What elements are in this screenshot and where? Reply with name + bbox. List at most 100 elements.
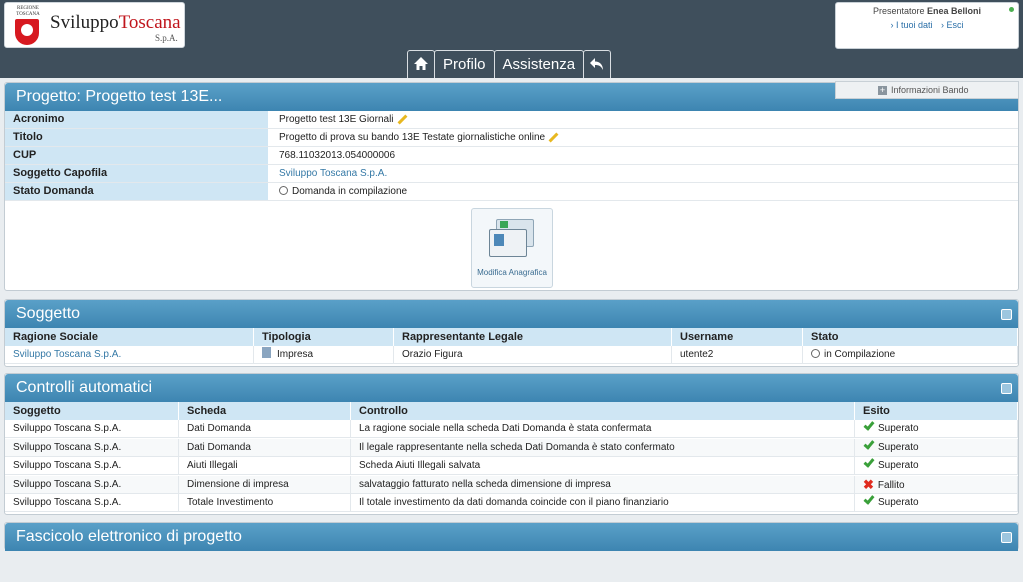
- table-cell: Impresa: [254, 346, 394, 364]
- informazioni-bando-button[interactable]: + Informazioni Bando: [835, 81, 1019, 99]
- project-row-titolo: Titolo Progetto di prova su bando 13E Te…: [5, 129, 1018, 147]
- home-icon: [414, 57, 428, 70]
- table-cell: Dimensione di impresa: [179, 475, 351, 494]
- my-data-link[interactable]: › I tuoi dati: [890, 20, 932, 30]
- row-value: Progetto di prova su bando 13E Testate g…: [279, 129, 559, 146]
- column-header[interactable]: Controllo: [351, 402, 855, 420]
- row-label: Stato Domanda: [5, 183, 268, 200]
- fascicolo-panel: Fascicolo elettronico di progetto: [4, 522, 1019, 551]
- table-cell: Sviluppo Toscana S.p.A.: [5, 420, 179, 438]
- collapse-icon[interactable]: [1001, 383, 1012, 394]
- table-row: Sviluppo Toscana S.p.A. Aiuti Illegali Sch…: [5, 457, 1018, 476]
- main-nav: Profilo Assistenza: [407, 50, 612, 78]
- logo-suffix: S.p.A.: [155, 33, 178, 43]
- exit-link[interactable]: › Esci: [941, 20, 964, 30]
- collapse-icon[interactable]: [1001, 309, 1012, 320]
- check-icon: [863, 438, 875, 450]
- table-cell: Dati Domanda: [179, 438, 351, 457]
- table-row: Sviluppo Toscana S.p.A. Dati Domanda La ra…: [5, 420, 1018, 438]
- modifica-anagrafica-label: Modifica Anagrafica: [477, 268, 547, 277]
- id-card-photo-icon: [494, 234, 504, 246]
- esito-cell: Superato: [855, 457, 1018, 476]
- soggetto-panel-title: Soggetto: [5, 300, 1018, 328]
- top-bar: REGIONE TOSCANA SviluppoToscana S.p.A. P…: [0, 0, 1023, 78]
- row-label: CUP: [5, 147, 268, 164]
- informazioni-bando-label: Informazioni Bando: [891, 85, 969, 95]
- table-cell: Il totale investimento da dati domanda c…: [351, 494, 855, 513]
- esito-cell: Superato: [855, 438, 1018, 457]
- row-value: Domanda in compilazione: [279, 183, 407, 200]
- modifica-anagrafica-button[interactable]: Modifica Anagrafica: [471, 208, 553, 288]
- project-row-acronimo: Acronimo Progetto test 13E Giornali: [5, 111, 1018, 129]
- esito-cell: Superato: [855, 494, 1018, 513]
- table-cell: Scheda Aiuti Illegali salvata: [351, 457, 855, 476]
- table-cell: in Compilazione: [803, 346, 1018, 364]
- check-icon: [863, 494, 875, 506]
- check-icon: [863, 420, 875, 431]
- edit-pencil-icon[interactable]: [548, 132, 559, 143]
- id-card-icon-accent: [500, 221, 508, 228]
- logo-region-text: REGIONE TOSCANA: [16, 6, 40, 17]
- edit-pencil-icon[interactable]: [397, 114, 407, 125]
- clock-icon: [279, 186, 288, 195]
- building-icon: [262, 347, 271, 358]
- column-header[interactable]: Username: [672, 328, 803, 346]
- table-cell: Aiuti Illegali: [179, 457, 351, 476]
- table-row: Sviluppo Toscana S.p.A. Impresa Orazio F…: [5, 346, 1018, 364]
- soggetto-table-header: Ragione Sociale Tipologia Rappresentante…: [5, 328, 1018, 346]
- table-row: Sviluppo Toscana S.p.A. Dati Domanda Il le…: [5, 438, 1018, 457]
- column-header[interactable]: Rappresentante Legale: [394, 328, 672, 346]
- user-identity: Presentatore Enea Belloni: [872, 6, 982, 16]
- table-cell: utente2: [672, 346, 803, 364]
- controlli-table-header: Soggetto Scheda Controllo Esito: [5, 402, 1018, 420]
- esito-cell: ✖ Fallito: [855, 475, 1018, 494]
- row-label: Soggetto Capofila: [5, 165, 268, 182]
- column-header[interactable]: Soggetto: [5, 402, 179, 420]
- cross-icon: ✖: [863, 476, 874, 492]
- project-panel: Progetto: Progetto test 13E... Acronimo …: [4, 82, 1019, 291]
- controlli-panel: Controlli automatici Soggetto Scheda Con…: [4, 373, 1019, 515]
- table-row: Sviluppo Toscana S.p.A. Dimensione di imp…: [5, 475, 1018, 494]
- home-button[interactable]: [407, 50, 435, 78]
- table-cell: Sviluppo Toscana S.p.A.: [5, 438, 179, 457]
- row-label: Titolo: [5, 129, 268, 146]
- ragione-sociale-link[interactable]: Sviluppo Toscana S.p.A.: [5, 346, 254, 364]
- fascicolo-panel-title: Fascicolo elettronico di progetto: [5, 523, 1018, 551]
- clock-icon: [811, 349, 820, 358]
- table-cell: La ragione sociale nella scheda Dati Dom…: [351, 420, 855, 438]
- row-label: Acronimo: [5, 111, 268, 128]
- back-button[interactable]: [583, 50, 612, 78]
- table-cell: Sviluppo Toscana S.p.A.: [5, 475, 179, 494]
- regione-toscana-logo[interactable]: REGIONE TOSCANA SviluppoToscana S.p.A.: [4, 2, 185, 48]
- table-cell: Il legale rappresentante nella scheda Da…: [351, 438, 855, 457]
- plus-icon: +: [878, 85, 887, 95]
- table-cell: salvataggio fatturato nella scheda dimen…: [351, 475, 855, 494]
- row-value: Progetto test 13E Giornali: [279, 111, 408, 128]
- table-row: Sviluppo Toscana S.p.A. Totale Investimen…: [5, 494, 1018, 513]
- capofila-link[interactable]: Sviluppo Toscana S.p.A.: [279, 165, 387, 182]
- column-header[interactable]: Stato: [803, 328, 1018, 346]
- logo-name: SviluppoToscana: [50, 12, 181, 33]
- controlli-panel-title: Controlli automatici: [5, 374, 1018, 402]
- column-header[interactable]: Scheda: [179, 402, 351, 420]
- soggetto-panel: Soggetto Ragione Sociale Tipologia Rappr…: [4, 299, 1019, 367]
- collapse-icon[interactable]: [1001, 532, 1012, 543]
- table-cell: Totale Investimento: [179, 494, 351, 513]
- tab-profilo[interactable]: Profilo: [434, 50, 495, 78]
- project-row-cup: CUP 768.11032013.054000006: [5, 147, 1018, 165]
- table-cell: Sviluppo Toscana S.p.A.: [5, 457, 179, 476]
- esito-cell: Superato: [855, 420, 1018, 438]
- column-header[interactable]: Tipologia: [254, 328, 394, 346]
- project-row-stato: Stato Domanda Domanda in compilazione: [5, 183, 1018, 201]
- table-cell: Dati Domanda: [179, 420, 351, 438]
- row-value: 768.11032013.054000006: [279, 150, 396, 161]
- online-status-icon: [1009, 7, 1014, 12]
- column-header[interactable]: Ragione Sociale: [5, 328, 254, 346]
- tab-assistenza[interactable]: Assistenza: [493, 50, 585, 78]
- user-box: Presentatore Enea Belloni › I tuoi dati …: [835, 2, 1019, 49]
- table-cell: Sviluppo Toscana S.p.A.: [5, 494, 179, 513]
- column-header[interactable]: Esito: [855, 402, 1018, 420]
- project-row-capofila: Soggetto Capofila Sviluppo Toscana S.p.A…: [5, 165, 1018, 183]
- check-icon: [863, 457, 875, 468]
- table-cell: Orazio Figura: [394, 346, 672, 364]
